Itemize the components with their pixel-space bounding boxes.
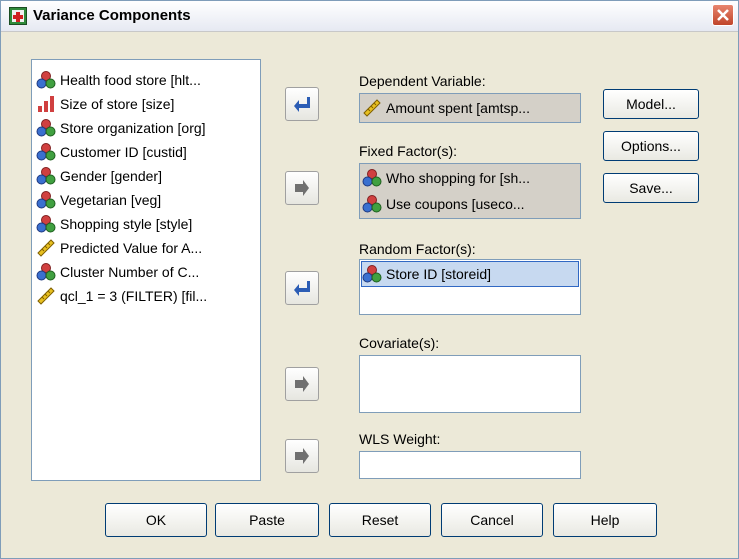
source-variable-item[interactable]: Store organization [org]	[36, 116, 206, 140]
scale-icon	[36, 238, 56, 258]
fixedbox-item[interactable]: Use coupons [useco...	[362, 192, 578, 216]
source-variable-label: Size of store [size]	[60, 96, 175, 112]
arrow-right-icon	[295, 448, 309, 464]
source-variable-item[interactable]: qcl_1 = 3 (FILTER) [fil...	[36, 284, 207, 308]
arrow-right-icon	[295, 180, 309, 196]
source-variable-label: qcl_1 = 3 (FILTER) [fil...	[60, 288, 208, 304]
source-variable-label: Shopping style [style]	[60, 216, 193, 232]
source-variable-label: Customer ID [custid]	[60, 144, 187, 160]
source-variable-label: Health food store [hlt...	[60, 72, 201, 88]
source-variable-item[interactable]: Vegetarian [veg]	[36, 188, 161, 212]
fixed-factors-list[interactable]: Who shopping for [sh... Use coupons [usec…	[359, 163, 581, 219]
nominal-icon	[36, 118, 56, 138]
nominal-icon	[362, 264, 382, 284]
nominal-icon	[36, 70, 56, 90]
dependent-variable-item[interactable]: Amount spent [amtsp...	[362, 96, 578, 120]
covariates-label: Covariate(s):	[359, 335, 440, 351]
save-button[interactable]: Save...	[603, 173, 699, 203]
nominal-icon	[362, 168, 382, 188]
nominal-icon	[36, 142, 56, 162]
source-variable-item[interactable]: Predicted Value for A...	[36, 236, 202, 260]
wls-weight-field[interactable]	[359, 451, 581, 479]
cancel-button[interactable]: Cancel	[441, 503, 543, 537]
fixedbox-item-label: Use coupons [useco...	[386, 196, 525, 212]
source-variable-item[interactable]: Size of store [size]	[36, 92, 174, 116]
move-to-random-button[interactable]	[285, 271, 319, 305]
window-title: Variance Components	[33, 7, 191, 24]
scale-icon	[362, 98, 382, 118]
source-variable-item[interactable]: Cluster Number of C...	[36, 260, 199, 284]
random-factors-list[interactable]: Store ID [storeid]	[359, 259, 581, 315]
close-icon	[717, 9, 729, 21]
arrow-right-icon	[295, 376, 309, 392]
source-variable-list[interactable]: Health food store [hlt... Size of store […	[31, 59, 261, 481]
ordinal-icon	[36, 94, 56, 114]
nominal-icon	[36, 262, 56, 282]
source-variable-item[interactable]: Gender [gender]	[36, 164, 162, 188]
random-factors-label: Random Factor(s):	[359, 241, 476, 257]
spss-dialog-icon	[9, 7, 27, 25]
title-bar[interactable]: Variance Components	[1, 1, 738, 32]
source-variable-item[interactable]: Customer ID [custid]	[36, 140, 187, 164]
source-variable-label: Store organization [org]	[60, 120, 206, 136]
close-button[interactable]	[712, 4, 734, 26]
reset-button[interactable]: Reset	[329, 503, 431, 537]
source-variable-label: Predicted Value for A...	[60, 240, 203, 256]
source-variable-item[interactable]: Shopping style [style]	[36, 212, 192, 236]
model-button[interactable]: Model...	[603, 89, 699, 119]
dependent-variable-field[interactable]: Amount spent [amtsp...	[359, 93, 581, 123]
options-button[interactable]: Options...	[603, 131, 699, 161]
source-variable-label: Cluster Number of C...	[60, 264, 200, 280]
help-button[interactable]: Help	[553, 503, 657, 537]
move-to-dependent-button[interactable]	[285, 87, 319, 121]
source-variable-label: Gender [gender]	[60, 168, 162, 184]
arrow-left-icon	[294, 97, 310, 112]
ok-button[interactable]: OK	[105, 503, 207, 537]
dependent-variable-label: Dependent Variable:	[359, 73, 486, 89]
arrow-left-icon	[294, 281, 310, 296]
source-variable-item[interactable]: Health food store [hlt...	[36, 68, 201, 92]
wls-weight-label: WLS Weight:	[359, 431, 441, 447]
fixed-factors-label: Fixed Factor(s):	[359, 143, 458, 159]
nominal-icon	[362, 194, 382, 214]
variance-components-dialog: Variance Components Health food store [h…	[0, 0, 739, 559]
covariates-list[interactable]	[359, 355, 581, 413]
scale-icon	[36, 286, 56, 306]
move-to-fixed-button[interactable]	[285, 171, 319, 205]
move-to-covariate-button[interactable]	[285, 367, 319, 401]
fixedbox-item[interactable]: Who shopping for [sh...	[362, 166, 578, 190]
source-variable-label: Vegetarian [veg]	[60, 192, 162, 208]
move-to-wls-button[interactable]	[285, 439, 319, 473]
nominal-icon	[36, 166, 56, 186]
paste-button[interactable]: Paste	[215, 503, 319, 537]
nominal-icon	[36, 214, 56, 234]
dependent-variable-value: Amount spent [amtsp...	[386, 100, 530, 116]
nominal-icon	[36, 190, 56, 210]
fixedbox-item-label: Who shopping for [sh...	[386, 170, 530, 186]
randombox-item[interactable]: Store ID [storeid]	[361, 261, 579, 287]
randombox-item-label: Store ID [storeid]	[386, 266, 492, 282]
